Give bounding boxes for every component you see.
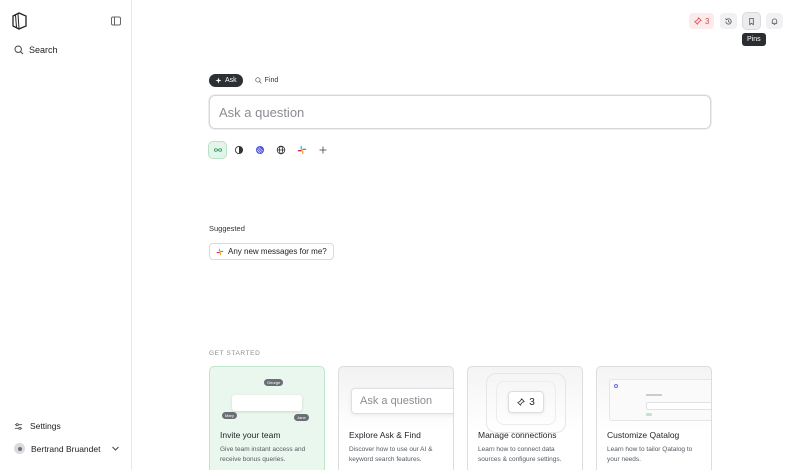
illus-pin-count: 3: [529, 396, 535, 408]
card-description: Discover how to use our AI & keyword sea…: [349, 446, 433, 463]
card-description: Learn how to tailor Qatalog to your need…: [607, 446, 693, 463]
invite-name-tag: Mary: [222, 412, 237, 419]
suggestion-chip[interactable]: Any new messages for me?: [209, 243, 334, 260]
ask-illustration: Ask a question: [339, 367, 453, 427]
suggestion-text: Any new messages for me?: [228, 247, 327, 256]
pins-count-button[interactable]: 3: [689, 13, 715, 29]
card-description: Learn how to connect data sources & conf…: [478, 446, 562, 463]
chevron-down-icon: [112, 446, 119, 451]
tab-ask-label: Ask: [225, 77, 237, 84]
card-title: Manage connections: [478, 430, 557, 440]
collapse-sidebar-icon[interactable]: [109, 14, 123, 28]
user-name: Bertrand Bruandet: [31, 443, 101, 454]
all-sources-icon: [213, 148, 222, 152]
illus-ask-placeholder: Ask a question: [351, 388, 453, 414]
search-icon: [255, 77, 262, 84]
openai-icon: [234, 145, 243, 155]
add-source-button[interactable]: [314, 142, 331, 158]
card-invite-team[interactable]: George Mary Jane Invite your team Give t…: [209, 366, 325, 470]
ask-input[interactable]: [209, 95, 711, 129]
globe-icon: [276, 145, 285, 155]
tab-find[interactable]: Find: [249, 74, 285, 87]
sidebar: Search Settings Bertrand Bruandet: [0, 0, 132, 470]
card-title: Invite your team: [220, 430, 281, 440]
card-manage-connections[interactable]: 3 Manage connections Learn how to connec…: [467, 366, 583, 470]
slack-source-button[interactable]: [293, 142, 310, 158]
invite-name-tag: George: [264, 379, 284, 386]
all-sources-button[interactable]: [208, 141, 227, 159]
linear-source-button[interactable]: [251, 142, 268, 158]
sliders-icon: [14, 422, 23, 430]
user-menu[interactable]: Bertrand Bruandet: [14, 443, 120, 454]
history-button[interactable]: [720, 13, 738, 29]
card-customize[interactable]: Customize Qatalog Learn how to tailor Qa…: [596, 366, 712, 470]
linear-icon: [255, 146, 264, 154]
slack-icon: [297, 145, 306, 155]
tab-find-label: Find: [264, 77, 279, 84]
suggested-heading: Suggested: [209, 224, 245, 233]
sidebar-search[interactable]: Search: [14, 45, 58, 55]
connections-illustration: 3: [468, 367, 582, 433]
settings-label: Settings: [30, 421, 61, 431]
customize-illustration: [597, 367, 711, 427]
pins-count: 3: [705, 16, 710, 26]
card-explore-ask-find[interactable]: Ask a question Explore Ask & Find Discov…: [338, 366, 454, 470]
app-logo[interactable]: [9, 11, 29, 31]
tab-ask[interactable]: Ask: [209, 74, 243, 87]
card-description: Give team instant access and receive bon…: [220, 446, 306, 463]
get-started-cards: George Mary Jane Invite your team Give t…: [209, 366, 712, 470]
pin-icon: [517, 398, 526, 406]
pins-button[interactable]: [742, 12, 762, 30]
source-selector: [208, 141, 331, 159]
search-label: Search: [29, 45, 58, 55]
history-icon: [725, 17, 733, 25]
top-actions: 3: [689, 12, 784, 30]
card-title: Explore Ask & Find: [349, 430, 421, 440]
sidebar-settings[interactable]: Settings: [14, 421, 61, 431]
invite-name-tag: Jane: [294, 414, 309, 421]
sparkle-icon: [215, 77, 222, 84]
card-title: Customize Qatalog: [607, 430, 680, 440]
add-icon: [319, 146, 326, 154]
web-source-button[interactable]: [272, 142, 289, 158]
notifications-button[interactable]: [766, 13, 784, 29]
slack-icon: [216, 248, 224, 255]
get-started-heading: GET STARTED: [209, 350, 261, 357]
bookmark-icon: [749, 17, 755, 25]
openai-source-button[interactable]: [230, 142, 247, 158]
bell-icon: [772, 17, 778, 25]
pins-tooltip: Pins: [742, 33, 766, 46]
pin-icon: [694, 17, 702, 25]
invite-illustration: George Mary Jane: [210, 367, 324, 427]
avatar: [14, 443, 25, 454]
mode-tabs: Ask Find: [209, 74, 284, 87]
search-icon: [14, 45, 24, 55]
